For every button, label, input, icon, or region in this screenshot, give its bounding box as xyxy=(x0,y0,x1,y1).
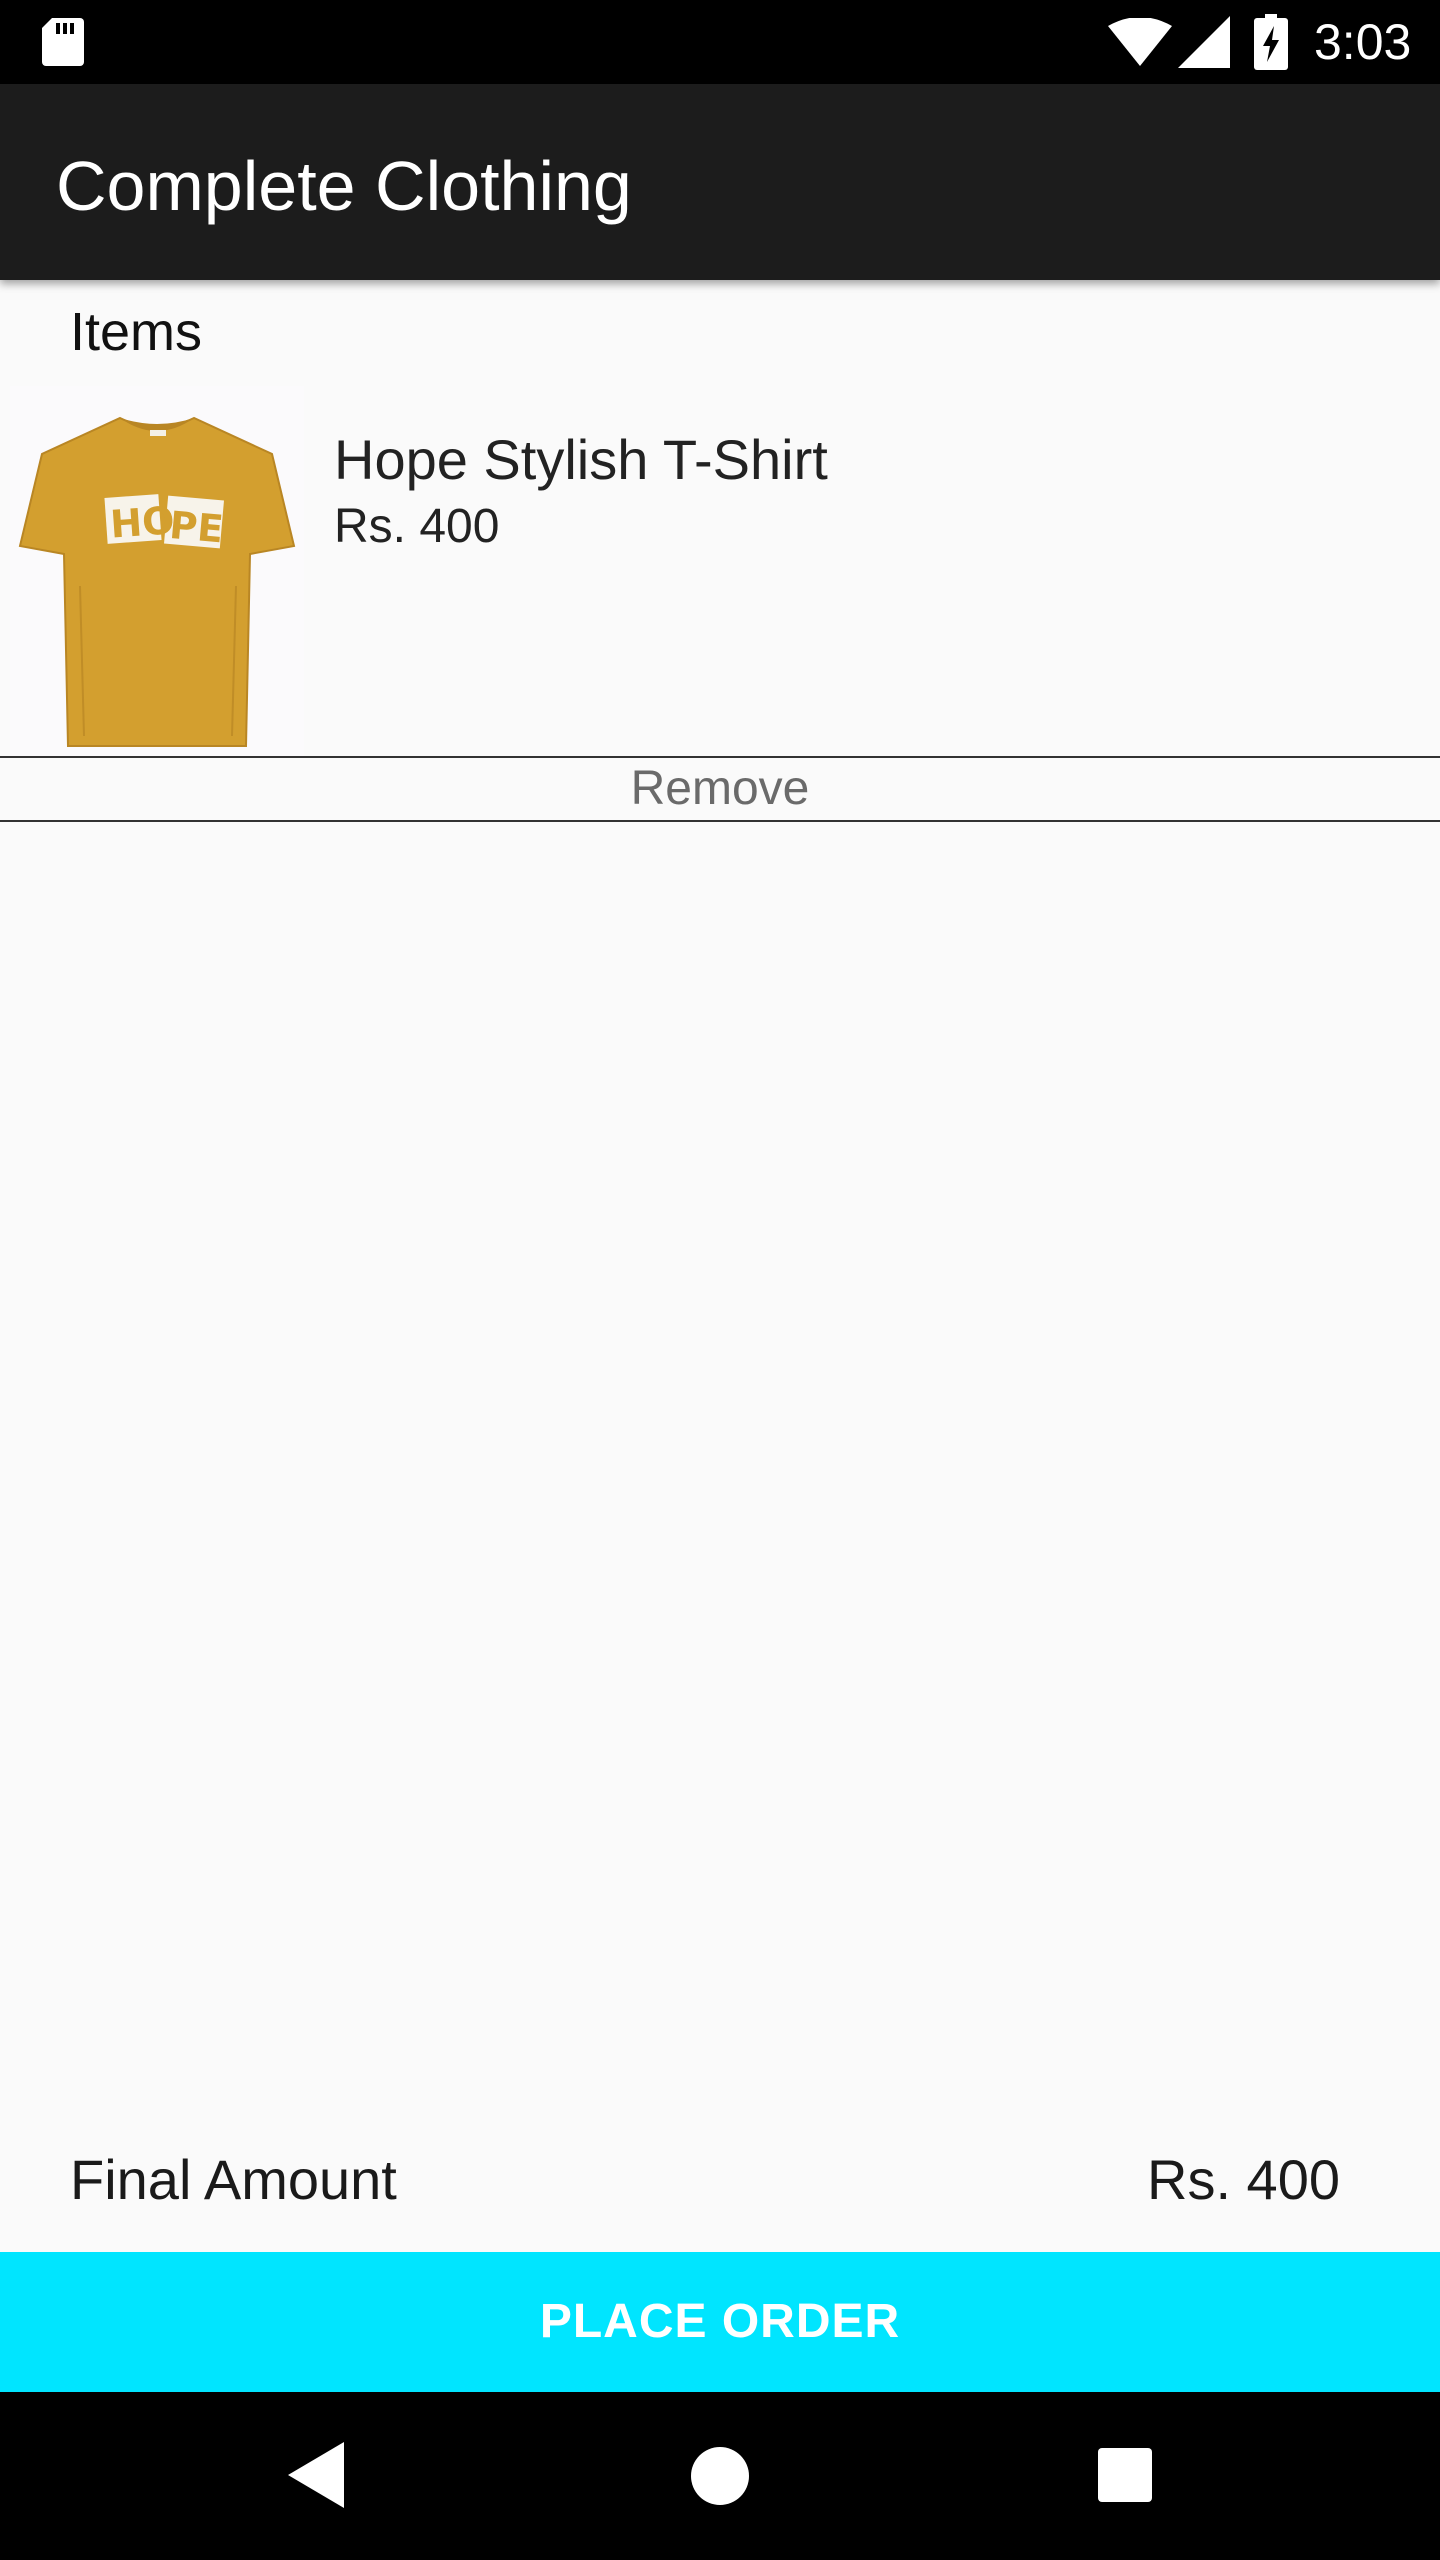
status-clock: 3:03 xyxy=(1314,14,1412,70)
cell-signal-icon xyxy=(1178,16,1230,68)
product-image[interactable]: HO PE xyxy=(10,386,304,756)
items-section-label: Items xyxy=(70,302,203,362)
place-order-button[interactable]: PLACE ORDER xyxy=(0,2252,1440,2392)
home-icon[interactable] xyxy=(690,2446,750,2506)
back-icon[interactable] xyxy=(288,2442,344,2508)
product-price: Rs. 400 xyxy=(334,500,500,553)
app-toolbar: Complete Clothing xyxy=(0,84,1440,280)
remove-button[interactable]: Remove xyxy=(0,756,1440,822)
t-shirt-icon: HO PE xyxy=(10,386,304,756)
status-bar: 3:03 xyxy=(0,0,1440,84)
system-nav-bar xyxy=(0,2392,1440,2560)
recents-icon[interactable] xyxy=(1098,2448,1152,2502)
sd-card-icon xyxy=(42,18,84,66)
cart-item: HO PE Hope Stylish T-Shirt Rs. 400 xyxy=(0,386,1440,756)
product-name: Hope Stylish T-Shirt xyxy=(334,428,828,491)
final-amount-value: Rs. 400 xyxy=(1147,2148,1340,2211)
wifi-icon xyxy=(1108,18,1172,66)
app-title: Complete Clothing xyxy=(56,147,632,225)
cart-screen: 3:03 Complete Clothing Items HO PE Hope … xyxy=(0,0,1440,2560)
svg-text:PE: PE xyxy=(168,503,225,552)
battery-charging-icon xyxy=(1254,14,1288,70)
svg-text:HO: HO xyxy=(109,498,176,546)
final-amount-label: Final Amount xyxy=(70,2148,397,2211)
